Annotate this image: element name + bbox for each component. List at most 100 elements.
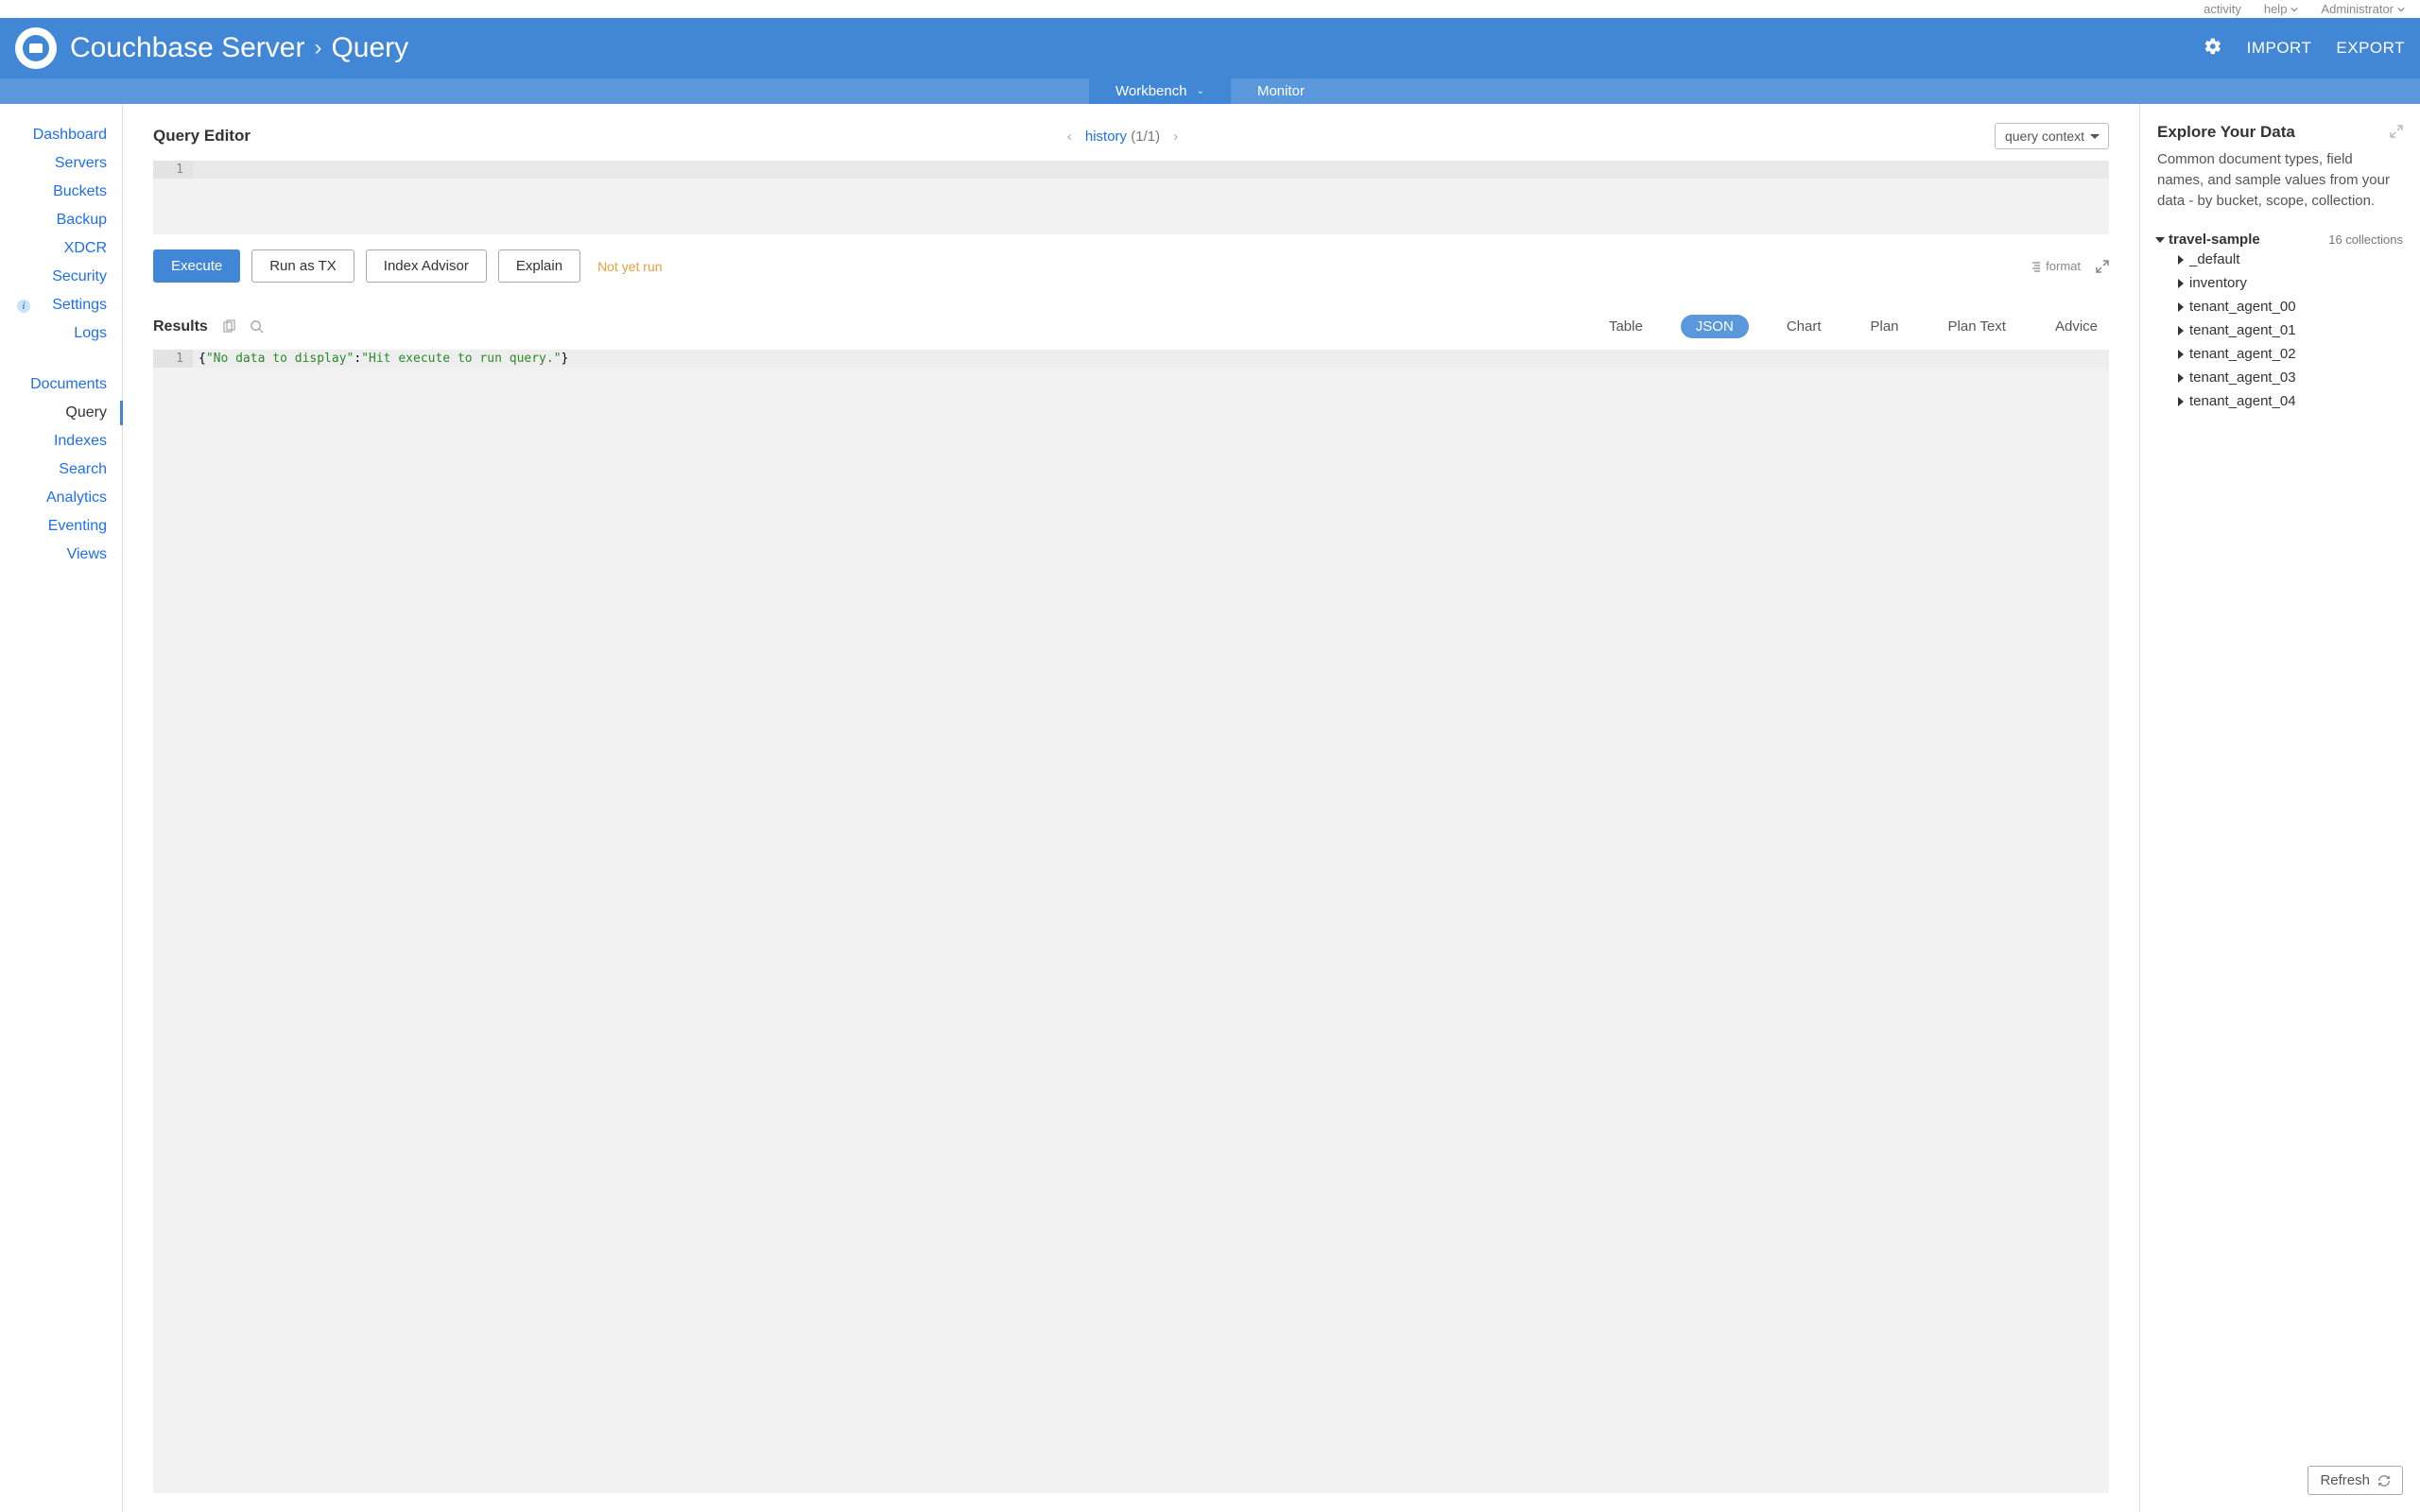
action-row: Execute Run as TX Index Advisor Explain … (153, 249, 2109, 283)
refresh-label: Refresh (2320, 1472, 2370, 1488)
scope-name: inventory (2189, 275, 2247, 291)
sidebar-item-indexes[interactable]: Indexes (0, 427, 122, 455)
bucket-row[interactable]: travel-sample (2157, 232, 2260, 248)
history-count: (1/1) (1131, 129, 1160, 145)
results-gutter: 1 (153, 350, 193, 368)
results-header: Results Table JSON Chart Plan Plan Text Advic… (153, 315, 2109, 338)
chevron-down-icon (2397, 6, 2405, 13)
caret-right-icon (2178, 326, 2184, 335)
sidebar-item-views[interactable]: Views (0, 541, 122, 569)
search-icon[interactable] (250, 319, 264, 334)
app-header: Couchbase Server › Query IMPORT EXPORT (0, 18, 2420, 78)
refresh-button[interactable]: Refresh (2308, 1466, 2403, 1495)
tab-workbench[interactable]: Workbench ⌄ (1089, 78, 1231, 104)
bucket-tree: travel-sample 16 collections _defaultinv… (2157, 232, 2403, 413)
history-nav: ‹ history (1/1) › (1067, 129, 1178, 145)
workbench: Query Editor ‹ history (1/1) › query con… (123, 104, 2140, 1512)
help-menu[interactable]: help (2264, 2, 2299, 16)
editor-title: Query Editor (153, 127, 251, 146)
breadcrumb: Couchbase Server › Query (70, 32, 408, 64)
caret-right-icon (2178, 397, 2184, 406)
results-tab-plan[interactable]: Plan (1859, 315, 1910, 338)
bucket-name: travel-sample (2169, 232, 2260, 248)
format-label: format (2046, 259, 2081, 273)
main-area: DashboardServersBucketsBackupXDCRSecurit… (0, 104, 2420, 1512)
sidebar-item-documents[interactable]: Documents (0, 370, 122, 399)
index-advisor-button[interactable]: Index Advisor (366, 249, 487, 283)
query-editor[interactable]: 1 (153, 161, 2109, 234)
sidebar-item-analytics[interactable]: Analytics (0, 484, 122, 512)
results-tab-json[interactable]: JSON (1681, 315, 1749, 338)
tab-workbench-label: Workbench (1115, 83, 1187, 99)
help-label: help (2264, 2, 2288, 16)
editor-header: Query Editor ‹ history (1/1) › query con… (153, 123, 2139, 149)
user-menu[interactable]: Administrator (2321, 2, 2405, 16)
caret-right-icon (2178, 373, 2184, 383)
sidebar-item-backup[interactable]: Backup (0, 206, 122, 234)
expand-icon[interactable] (2096, 260, 2109, 273)
explore-desc: Common document types, field names, and … (2157, 149, 2403, 211)
sidebar-item-settings[interactable]: Settingsi (0, 291, 122, 319)
import-button[interactable]: IMPORT (2247, 39, 2312, 58)
activity-link[interactable]: activity (2204, 2, 2241, 16)
query-context-select[interactable]: query context (1995, 123, 2109, 149)
chevron-down-icon (2290, 6, 2298, 13)
results-tab-chart[interactable]: Chart (1775, 315, 1833, 338)
logo[interactable] (15, 27, 57, 69)
utility-bar: activity help Administrator (0, 0, 2420, 18)
section-tabs: Workbench ⌄ Monitor (0, 78, 2420, 104)
history-prev[interactable]: ‹ (1067, 129, 1072, 145)
results-tab-table[interactable]: Table (1598, 315, 1654, 338)
scope-row[interactable]: tenant_agent_03 (2157, 366, 2403, 389)
history-next[interactable]: › (1173, 129, 1178, 145)
sidebar-item-search[interactable]: Search (0, 455, 122, 484)
scope-row[interactable]: _default (2157, 248, 2403, 271)
brand-name: Couchbase Server (70, 32, 304, 64)
run-status: Not yet run (597, 259, 662, 274)
editor-line[interactable] (193, 161, 2109, 179)
scope-row[interactable]: tenant_agent_00 (2157, 295, 2403, 318)
sidebar-item-servers[interactable]: Servers (0, 149, 122, 178)
tab-monitor-label: Monitor (1257, 83, 1305, 99)
sidebar: DashboardServersBucketsBackupXDCRSecurit… (0, 104, 123, 1512)
sidebar-item-buckets[interactable]: Buckets (0, 178, 122, 206)
results-tab-advice[interactable]: Advice (2044, 315, 2109, 338)
copy-icon[interactable] (221, 319, 236, 335)
explore-pane: Explore Your Data Common document types,… (2140, 104, 2420, 1512)
caret-right-icon (2178, 279, 2184, 288)
section-name: Query (331, 32, 408, 64)
caret-right-icon (2178, 302, 2184, 312)
scope-row[interactable]: tenant_agent_01 (2157, 318, 2403, 342)
info-icon: i (17, 300, 30, 313)
scope-name: tenant_agent_04 (2189, 393, 2296, 409)
chevron-right-icon: › (314, 35, 321, 61)
format-button[interactable]: format (2031, 259, 2081, 273)
caret-right-icon (2178, 350, 2184, 359)
tab-monitor[interactable]: Monitor (1231, 78, 1331, 104)
run-tx-button[interactable]: Run as TX (251, 249, 354, 283)
history-link[interactable]: history (1085, 129, 1127, 145)
editor-gutter: 1 (153, 161, 193, 179)
expand-icon[interactable] (2390, 125, 2403, 141)
align-icon (2031, 261, 2042, 272)
scope-name: tenant_agent_00 (2189, 299, 2296, 315)
results-tab-plan-text[interactable]: Plan Text (1937, 315, 2017, 338)
explore-title: Explore Your Data (2157, 123, 2295, 142)
refresh-icon (2377, 1474, 2391, 1487)
scope-row[interactable]: tenant_agent_04 (2157, 389, 2403, 413)
explain-button[interactable]: Explain (498, 249, 580, 283)
results-title: Results (153, 318, 208, 335)
sidebar-item-xdcr[interactable]: XDCR (0, 234, 122, 263)
caret-right-icon (2178, 255, 2184, 265)
sidebar-item-eventing[interactable]: Eventing (0, 512, 122, 541)
export-button[interactable]: EXPORT (2336, 39, 2405, 58)
sidebar-item-query[interactable]: Query (0, 399, 122, 427)
collections-count: 16 collections (2328, 232, 2403, 247)
sidebar-item-dashboard[interactable]: Dashboard (0, 121, 122, 149)
sidebar-item-logs[interactable]: Logs (0, 319, 122, 348)
scope-row[interactable]: inventory (2157, 271, 2403, 295)
scope-row[interactable]: tenant_agent_02 (2157, 342, 2403, 366)
execute-button[interactable]: Execute (153, 249, 240, 283)
sidebar-item-security[interactable]: Security (0, 263, 122, 291)
gear-icon[interactable] (2204, 37, 2222, 60)
